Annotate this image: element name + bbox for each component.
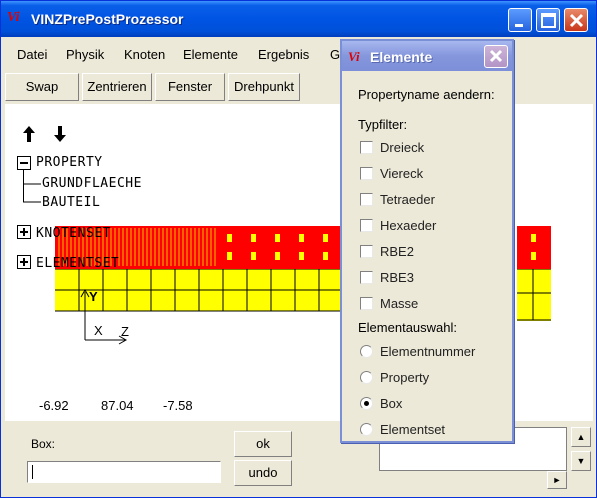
text-caret <box>32 465 33 479</box>
menu-physik[interactable]: Physik <box>66 47 104 62</box>
horizontal-scrollbar[interactable]: ► <box>379 471 567 489</box>
scroll-up-icon[interactable]: ▲ <box>571 427 591 447</box>
window-title: VINZPrePostProzessor <box>31 11 184 27</box>
checkbox[interactable] <box>360 219 373 232</box>
menu-datei[interactable]: Datei <box>17 47 47 62</box>
filter-label: Viereck <box>380 166 424 181</box>
close-button[interactable] <box>564 8 588 32</box>
undo-button[interactable]: undo <box>234 460 292 486</box>
checkbox[interactable] <box>360 141 373 154</box>
box-label: Box: <box>31 437 56 451</box>
box-input[interactable] <box>27 461 221 483</box>
app-icon: Vi <box>7 10 20 25</box>
tree-knotenset[interactable]: KNOTENSET <box>36 226 111 241</box>
scroll-right-icon[interactable]: ► <box>547 471 567 489</box>
filter-label: Dreieck <box>380 140 425 155</box>
maximize-icon <box>541 13 556 28</box>
vertical-scrollbar[interactable]: ▲ ▼ <box>571 427 591 471</box>
menu-elemente[interactable]: Elemente <box>183 47 238 62</box>
tree-elementset[interactable]: ELEMENTSET <box>36 256 119 271</box>
dialog-close-button[interactable] <box>484 45 508 68</box>
coord-y: 87.04 <box>101 398 134 413</box>
close-icon <box>489 49 503 63</box>
tree-grundflaeche[interactable]: GRUNDFLAECHE <box>42 176 142 191</box>
ok-button[interactable]: ok <box>234 431 292 457</box>
filter-label: RBE2 <box>380 244 414 259</box>
filter-label: Masse <box>380 296 419 311</box>
down-arrow-icon[interactable] <box>52 124 72 144</box>
dialog-title: Elemente <box>370 49 433 65</box>
checkbox[interactable] <box>360 193 373 206</box>
fenster-button[interactable]: Fenster <box>155 73 225 101</box>
menu-ergebnis[interactable]: Ergebnis <box>258 47 309 62</box>
checkbox[interactable] <box>360 297 373 310</box>
zentrieren-button[interactable]: Zentrieren <box>82 73 152 101</box>
dialog-title-bar[interactable]: Vi Elemente <box>342 41 512 71</box>
axis-y-label: Y <box>89 289 98 304</box>
option-label: Property <box>380 370 430 385</box>
option-label: Box <box>380 396 403 411</box>
option-label: Elementset <box>380 422 446 437</box>
elemente-dialog: Vi Elemente Propertyname aendern: Typfil… <box>340 39 514 443</box>
coord-z: -7.58 <box>163 398 193 413</box>
checkbox[interactable] <box>360 245 373 258</box>
option-label: Elementnummer <box>380 344 476 359</box>
close-icon <box>569 13 584 28</box>
drehpunkt-button[interactable]: Drehpunkt <box>228 73 300 101</box>
menu-g[interactable]: G <box>330 47 340 62</box>
typfilter-label: Typfilter: <box>358 117 408 132</box>
filter-label: RBE3 <box>380 270 414 285</box>
menu-knoten[interactable]: Knoten <box>124 47 165 62</box>
swap-button[interactable]: Swap <box>5 73 79 101</box>
elementauswahl-label: Elementauswahl: <box>358 320 457 335</box>
knotenset-expand-icon[interactable] <box>17 225 31 239</box>
radio-selected[interactable] <box>360 397 373 410</box>
scroll-down-icon[interactable]: ▼ <box>571 451 591 471</box>
minimize-icon <box>515 24 523 27</box>
property-collapse-icon[interactable] <box>17 156 31 170</box>
minimize-button[interactable] <box>508 8 532 32</box>
rename-property-link[interactable]: Propertyname aendern: <box>358 87 495 102</box>
radio[interactable] <box>360 371 373 384</box>
filter-label: Tetraeder <box>380 192 435 207</box>
radio[interactable] <box>360 345 373 358</box>
checkbox[interactable] <box>360 167 373 180</box>
maximize-button[interactable] <box>536 8 560 32</box>
tree-property[interactable]: PROPERTY <box>36 155 103 170</box>
coord-x: -6.92 <box>39 398 69 413</box>
radio[interactable] <box>360 423 373 436</box>
tree-bauteil[interactable]: BAUTEIL <box>42 195 100 210</box>
filter-label: Hexaeder <box>380 218 437 233</box>
axis-x-label: X <box>94 323 103 338</box>
axis-z-label: Z <box>121 324 129 339</box>
title-bar[interactable]: Vi VINZPrePostProzessor <box>1 1 596 37</box>
dialog-app-icon: Vi <box>348 49 360 64</box>
checkbox[interactable] <box>360 271 373 284</box>
elementset-expand-icon[interactable] <box>17 255 31 269</box>
